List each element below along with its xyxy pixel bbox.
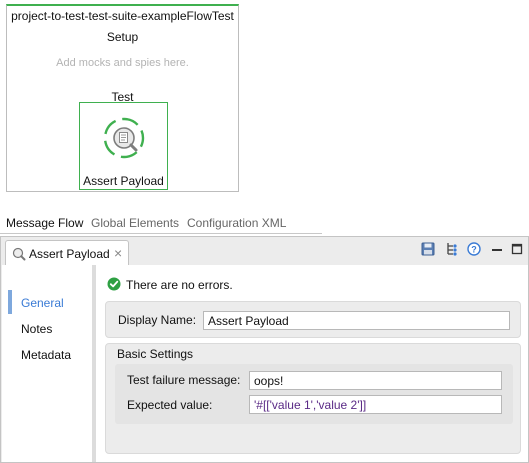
nav-item-general[interactable]: General xyxy=(21,296,64,310)
setup-hint: Add mocks and spies here. xyxy=(56,57,189,69)
magnifier-document-icon xyxy=(103,117,145,159)
properties-tab-label: Assert Payload xyxy=(29,247,110,261)
tab-message-flow[interactable]: Message Flow xyxy=(6,216,83,230)
flow-title: project-to-test-test-suite-exampleFlowTe… xyxy=(11,9,234,23)
nav-separator xyxy=(92,265,96,462)
status-text: There are no errors. xyxy=(126,278,233,292)
tree-icon[interactable] xyxy=(445,242,461,258)
display-name-input[interactable] xyxy=(203,311,510,330)
basic-settings-fields: Test failure message: Expected value: xyxy=(115,364,513,424)
properties-tab[interactable]: Assert Payload × xyxy=(5,240,129,266)
close-icon[interactable]: × xyxy=(114,245,122,261)
tab-configuration-xml[interactable]: Configuration XML xyxy=(187,216,286,230)
expected-value-input[interactable] xyxy=(249,395,502,414)
help-icon[interactable]: ? xyxy=(467,242,483,258)
setup-section-label: Setup xyxy=(106,30,139,44)
failure-message-input[interactable] xyxy=(249,371,502,390)
display-name-group: Display Name: xyxy=(105,301,521,338)
svg-text:?: ? xyxy=(471,245,477,255)
display-name-label: Display Name: xyxy=(118,313,197,327)
tab-global-elements[interactable]: Global Elements xyxy=(91,216,179,230)
maximize-icon[interactable] xyxy=(510,242,526,258)
failure-message-label: Test failure message: xyxy=(127,373,241,387)
nav-item-metadata[interactable]: Metadata xyxy=(21,348,71,362)
nav-item-notes[interactable]: Notes xyxy=(21,322,52,336)
check-icon xyxy=(107,277,121,291)
nav-selection-marker xyxy=(8,290,12,314)
tab-divider xyxy=(0,233,322,234)
assert-payload-icon xyxy=(12,247,26,264)
processor-label: Assert Payload xyxy=(83,174,164,188)
expected-value-label: Expected value: xyxy=(127,398,213,412)
save-icon[interactable] xyxy=(421,242,437,258)
minimize-icon[interactable] xyxy=(490,242,506,258)
properties-panel: Assert Payload × ? General Notes Metadat… xyxy=(0,236,529,463)
side-nav: General Notes Metadata xyxy=(2,265,92,462)
assert-payload-processor[interactable]: Assert Payload xyxy=(79,102,168,190)
properties-content: General Notes Metadata There are no erro… xyxy=(2,265,528,462)
basic-settings-title: Basic Settings xyxy=(117,347,194,361)
flow-container: project-to-test-test-suite-exampleFlowTe… xyxy=(6,4,239,192)
basic-settings-group: Basic Settings Test failure message: Exp… xyxy=(105,343,521,454)
